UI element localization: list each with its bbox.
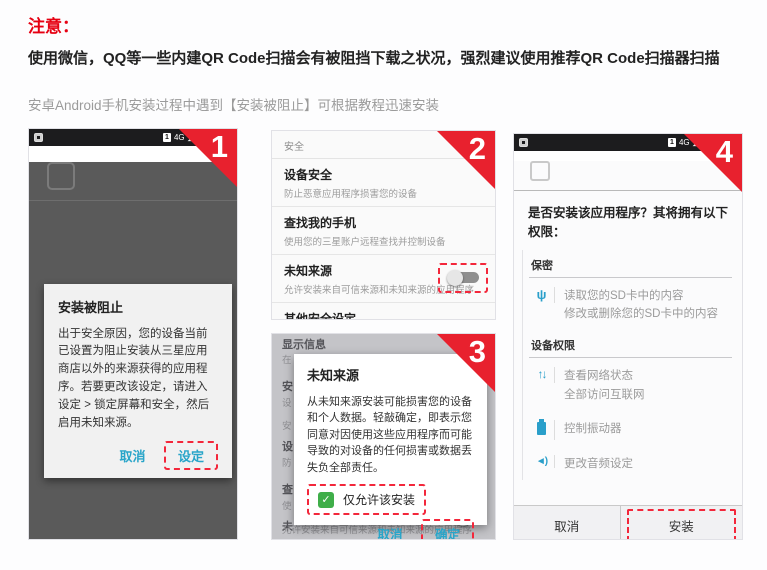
settings-item-unknown-sources[interactable]: 未知来源 允许安装来自可信来源和未知来源的应用程序: [272, 255, 495, 303]
bg-item-subtitle: 在: [282, 352, 292, 366]
step-number: 2: [469, 132, 486, 166]
permission-row-audio: ◄) 更改音频设定: [529, 446, 732, 480]
screenshot-strip: 1 4G ◢ 7 安装被阻止 出于安全原因，您的设备当前已设置为阻止安装从三星应…: [0, 128, 767, 540]
permission-row-sd: ψ 读取您的SD卡中的内容 修改或删除您的SD卡中的内容: [529, 278, 732, 331]
step-corner-ribbon: [179, 129, 237, 187]
bg-char: 设: [282, 438, 293, 454]
bg-char: 防: [282, 455, 292, 469]
warning-text: 使用微信，QQ等一些内建QR Code扫描会有被阻挡下载之状况，强烈建议使用推荐…: [28, 45, 740, 74]
unknown-sources-toggle[interactable]: [447, 270, 479, 286]
permission-section-header: 设备权限: [529, 330, 732, 357]
permission-row-network: ↑↓ 查看网络状态 全部访问互联网: [529, 358, 732, 411]
battery-icon: [529, 420, 555, 440]
bg-char: 设: [282, 395, 292, 409]
app-icon-placeholder: [47, 162, 75, 190]
bg-char: 使: [282, 498, 292, 512]
sd-card-icon: [519, 138, 528, 147]
settings-button[interactable]: 设定: [164, 441, 218, 470]
bg-char: 查: [282, 481, 293, 497]
permission-line: 修改或删除您的SD卡中的内容: [564, 305, 718, 324]
app-icon-placeholder: [530, 161, 550, 181]
item-subtitle: 使用您的三星账户远程查找并控制设备: [284, 234, 483, 248]
step-number: 4: [716, 135, 733, 169]
checkbox-label: 仅允许该安装: [343, 491, 415, 508]
step-number: 3: [469, 335, 486, 369]
install-blocked-dialog: 安装被阻止 出于安全原因，您的设备当前已设置为阻止安装从三星应用商店以外的来源获…: [44, 284, 232, 479]
dimmed-app-background: 安装被阻止 出于安全原因，您的设备当前已设置为阻止安装从三星应用商店以外的来源获…: [29, 162, 237, 540]
permission-line: 全部访问互联网: [564, 386, 645, 405]
permission-line: 控制振动器: [564, 420, 622, 439]
dialog-buttons: 取消 确定: [307, 519, 474, 540]
permission-line: 查看网络状态: [564, 367, 645, 386]
install-prompt-title: 是否安装该应用程序？其将拥有以下权限：: [514, 191, 742, 246]
install-button[interactable]: 安装: [627, 509, 737, 540]
sim-icon: 1: [668, 138, 676, 147]
dialog-body: 从未知来源安装可能损害您的设备和个人数据。轻敲确定，即表示您同意对因使用这些应用…: [307, 394, 474, 477]
screenshot-step2: 安全 设备安全 防止恶意应用程序损害您的设备 查找我的手机 使用您的三星账户远程…: [271, 130, 496, 320]
divider: [620, 506, 621, 540]
permission-section-header: 保密: [529, 250, 732, 277]
updown-arrows-icon: ↑↓: [529, 367, 555, 383]
checkbox-checked-icon[interactable]: ✓: [318, 492, 334, 508]
unknown-sources-toggle-highlight: [438, 263, 488, 293]
permission-row-vibrator: 控制振动器: [529, 411, 732, 446]
permission-line: 更改音频设定: [564, 455, 633, 474]
bg-char: 安: [282, 418, 292, 432]
dialog-body: 出于安全原因，您的设备当前已设置为阻止安装从三星应用商店以外的来源获得的应用程序…: [58, 326, 218, 433]
checkbox-highlight: ✓ 仅允许该安装: [307, 484, 426, 515]
cancel-button[interactable]: 取消: [112, 442, 154, 469]
bg-item-title: 显示信息: [282, 336, 326, 352]
permissions-panel: 保密 ψ 读取您的SD卡中的内容 修改或删除您的SD卡中的内容 设备权限 ↑↓ …: [522, 250, 732, 481]
settings-item-find-my-phone[interactable]: 查找我的手机 使用您的三星账户远程查找并控制设备: [272, 207, 495, 255]
divider: [29, 200, 237, 201]
permission-line: 读取您的SD卡中的内容: [564, 287, 718, 306]
bg-char: 安: [282, 378, 293, 394]
ok-button[interactable]: 确定: [421, 519, 474, 540]
screenshot-step4: 1 4G ◢ 7 是否安装该应用程序？其将拥有以下权限： 保密 ψ 读取您的SD…: [513, 133, 743, 540]
cancel-button[interactable]: 取消: [370, 520, 411, 540]
installer-footer-bar: 取消 安装: [514, 505, 742, 540]
notice-label: 注意：: [28, 12, 739, 37]
item-title: 查找我的手机: [284, 214, 483, 231]
screenshot-step1: 1 4G ◢ 7 安装被阻止 出于安全原因，您的设备当前已设置为阻止安装从三星应…: [28, 128, 238, 540]
toggle-thumb: [447, 270, 463, 286]
speaker-icon: ◄): [529, 455, 555, 468]
step-corner-ribbon: [437, 334, 495, 392]
settings-item-other-security[interactable]: 其他安全设定 更改安全更新和证书存储等其他安全设定: [272, 303, 495, 320]
dialog-buttons: 取消 设定: [58, 441, 218, 470]
item-title: 其他安全设定: [284, 310, 483, 320]
step-number: 1: [211, 130, 228, 164]
step-corner-ribbon: [684, 134, 742, 192]
sd-card-icon: [34, 133, 43, 142]
step-corner-ribbon: [437, 131, 495, 189]
sim-icon: 1: [163, 133, 171, 142]
dialog-title: 安装被阻止: [58, 297, 218, 316]
cancel-button[interactable]: 取消: [514, 506, 620, 540]
tutorial-subtitle: 安卓Android手机安装过程中遇到【安装被阻止】可根据教程迅速安装: [28, 94, 739, 114]
screenshot-step3: 显示信息 在 安 设 安 设 防 查 使 未 允许安装来自可信来源和未知来源的应…: [271, 333, 496, 540]
usb-icon: ψ: [529, 287, 555, 304]
page-header: 注意： 使用微信，QQ等一些内建QR Code扫描会有被阻挡下载之状况，强烈建议…: [0, 0, 767, 114]
